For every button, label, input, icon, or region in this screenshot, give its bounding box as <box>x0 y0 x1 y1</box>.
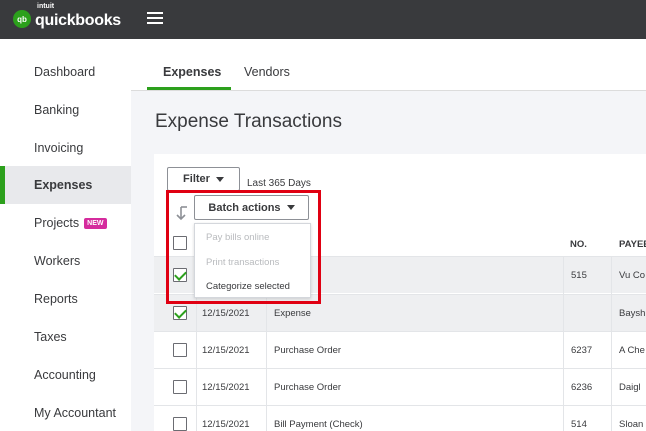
row-checkbox[interactable] <box>173 417 187 431</box>
table-row[interactable]: 12/15/2021 Purchase Order 6237 A Che <box>154 331 646 369</box>
chevron-down-icon <box>286 205 295 210</box>
sidebar-item-banking[interactable]: Banking <box>0 91 131 129</box>
row-payee: Daigl <box>619 382 641 393</box>
new-badge: NEW <box>84 217 107 229</box>
logo-brand: intuit <box>37 3 55 10</box>
row-payee: A Che <box>619 345 645 356</box>
menu-item-categorize-selected[interactable]: Categorize selected <box>206 281 290 292</box>
sidebar-item-reports[interactable]: Reports <box>0 280 131 318</box>
row-date: 12/15/2021 <box>202 382 250 393</box>
row-checkbox[interactable] <box>173 306 187 320</box>
tab-bar: Expenses Vendors <box>131 39 646 91</box>
chevron-down-icon <box>215 176 224 182</box>
row-payee: Sloan <box>619 419 644 430</box>
menu-item-pay-bills-online: Pay bills online <box>206 232 270 243</box>
row-type[interactable]: Purchase Order <box>274 345 341 356</box>
transactions-card: Filter Last 365 Days Batch actions Pay b… <box>154 154 646 431</box>
hamburger-menu-icon[interactable] <box>147 12 163 26</box>
page-title: Expense Transactions <box>155 111 342 132</box>
row-date: 12/15/2021 <box>202 419 250 430</box>
sidebar-item-projects[interactable]: Projects NEW <box>0 204 131 242</box>
top-bar: qb intuit quickbooks <box>0 0 646 39</box>
row-date: 12/15/2021 <box>202 345 250 356</box>
select-all-checkbox[interactable] <box>173 236 187 250</box>
logo-text: quickbooks <box>35 12 121 29</box>
batch-actions-menu: Pay bills online Print transactions Cate… <box>194 223 311 298</box>
column-header-payee[interactable]: PAYEE <box>619 239 646 250</box>
sidebar-item-workers[interactable]: Workers <box>0 242 131 280</box>
sidebar-item-dashboard[interactable]: Dashboard <box>0 53 131 91</box>
sidebar: Dashboard Banking Invoicing Expenses Pro… <box>0 39 131 431</box>
row-no: 515 <box>571 270 587 281</box>
row-checkbox[interactable] <box>173 380 187 394</box>
table-row[interactable]: 12/15/2021 Purchase Order 6236 Daigl <box>154 368 646 406</box>
row-no: 6237 <box>571 345 593 356</box>
sidebar-item-invoicing[interactable]: Invoicing <box>0 129 131 167</box>
filter-button[interactable]: Filter <box>167 167 240 191</box>
table-row[interactable]: 12/15/2021 Bill Payment (Check) 514 Sloa… <box>154 405 646 431</box>
qb-logo-icon: qb <box>13 10 31 28</box>
batch-actions-button[interactable]: Batch actions <box>194 195 309 220</box>
sort-arrow-icon <box>176 206 187 221</box>
main-content: Expenses Vendors Expense Transactions Fi… <box>131 39 646 431</box>
row-payee: Baysh <box>619 308 646 319</box>
row-type[interactable]: Bill Payment (Check) <box>274 419 363 430</box>
sidebar-item-accounting[interactable]: Accounting <box>0 356 131 394</box>
row-type[interactable]: Purchase Order <box>274 382 341 393</box>
row-no: 514 <box>571 419 587 430</box>
sidebar-item-expenses[interactable]: Expenses <box>0 166 131 204</box>
tab-vendors[interactable]: Vendors <box>244 65 290 79</box>
row-date: 12/15/2021 <box>202 308 250 319</box>
active-tab-indicator <box>147 87 231 90</box>
row-checkbox[interactable] <box>173 343 187 357</box>
tab-expenses[interactable]: Expenses <box>163 65 221 79</box>
row-type[interactable]: Expense <box>274 308 311 319</box>
sidebar-item-my-accountant[interactable]: My Accountant <box>0 394 131 431</box>
table-row[interactable]: 12/15/2021 Expense Baysh <box>154 294 646 332</box>
row-payee: Vu Co <box>619 270 646 281</box>
row-checkbox[interactable] <box>173 268 187 282</box>
quickbooks-logo[interactable]: qb intuit quickbooks <box>13 3 121 30</box>
row-no: 6236 <box>571 382 593 393</box>
column-header-no[interactable]: NO. <box>570 239 587 250</box>
sidebar-item-taxes[interactable]: Taxes <box>0 318 131 356</box>
menu-item-print-transactions: Print transactions <box>206 257 280 268</box>
date-range-label: Last 365 Days <box>247 178 311 189</box>
